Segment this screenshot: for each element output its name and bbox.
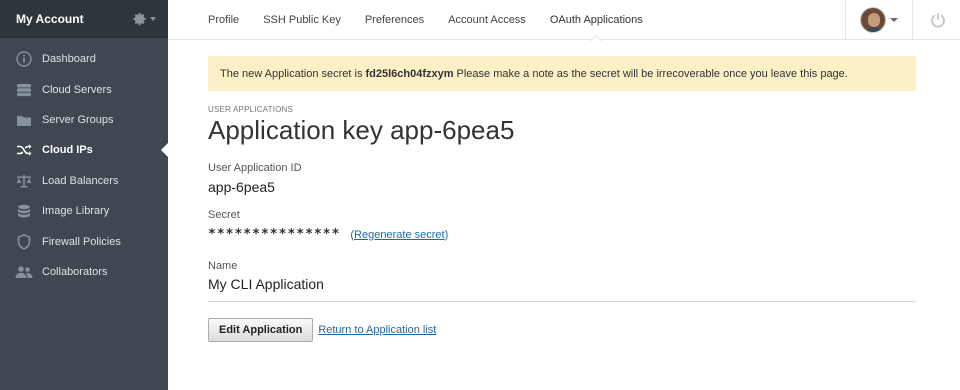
top-bar: Profile SSH Public Key Preferences Accou… [168, 0, 960, 41]
sidebar-item-label: Cloud Servers [42, 83, 112, 96]
sidebar-header: My Account [0, 0, 168, 38]
app-id-field: User Application ID app-6pea5 [208, 162, 916, 195]
account-settings-menu[interactable] [133, 12, 156, 26]
secret-row: *************** (Regenerate secret) [208, 227, 916, 242]
power-icon[interactable] [930, 12, 946, 28]
shuffle-icon [14, 142, 34, 158]
name-value: My CLI Application [208, 276, 324, 292]
sidebar-item-label: Server Groups [42, 113, 114, 126]
secret-mask: *************** [208, 227, 341, 242]
notice-prefix: The new Application secret is [220, 67, 363, 80]
sidebar-item-label: Image Library [42, 205, 110, 218]
main-content: The new Application secret is fd25l6ch04… [208, 56, 916, 342]
app-id-value: app-6pea5 [208, 179, 275, 195]
sidebar-item-cloud-ips[interactable]: Cloud IPs [0, 135, 168, 165]
edit-application-button[interactable]: Edit Application [208, 318, 314, 342]
avatar [860, 7, 886, 33]
divider [208, 301, 916, 302]
notice-suffix: Please make a note as the secret will be… [456, 67, 848, 80]
sidebar-item-label: Collaborators [42, 265, 108, 278]
tab-profile[interactable]: Profile [208, 0, 239, 40]
account-title[interactable]: My Account [16, 12, 84, 26]
regenerate-secret-link[interactable]: Regenerate secret [354, 229, 445, 241]
secret-label: Secret [208, 209, 240, 221]
balance-icon [14, 173, 34, 189]
users-icon [14, 264, 34, 280]
sidebar-item-label: Cloud IPs [42, 144, 93, 157]
regenerate-close-paren: ) [444, 228, 449, 241]
tab-ssh-public-key[interactable]: SSH Public Key [263, 0, 341, 40]
sidebar-item-label: Firewall Policies [42, 235, 121, 248]
tab-account-access[interactable]: Account Access [448, 0, 526, 40]
return-to-list-link[interactable]: Return to Application list [318, 324, 436, 336]
tab-preferences[interactable]: Preferences [365, 0, 424, 40]
servers-icon [14, 82, 34, 98]
database-icon [14, 203, 34, 219]
sidebar-item-label: Dashboard [42, 53, 96, 66]
sidebar-item-cloud-servers[interactable]: Cloud Servers [0, 74, 168, 104]
app-id-label: User Application ID [208, 162, 302, 174]
sidebar-item-load-balancers[interactable]: Load Balancers [0, 166, 168, 196]
chevron-down-icon [150, 16, 156, 21]
notice-secret: fd25l6ch04fzxym [365, 67, 454, 80]
name-label: Name [208, 260, 238, 272]
sidebar-item-image-library[interactable]: Image Library [0, 196, 168, 226]
regenerate-wrapper: (Regenerate secret) [350, 229, 448, 241]
sidebar: My Account Dashboard Cloud Servers Serve… [0, 0, 168, 390]
secret-notice: The new Application secret is fd25l6ch04… [208, 56, 916, 91]
account-tabs: Profile SSH Public Key Preferences Accou… [208, 0, 667, 41]
user-menu[interactable] [845, 0, 913, 40]
section-eyebrow: USER APPLICATIONS [208, 105, 294, 114]
folder-icon [14, 112, 34, 128]
sidebar-item-server-groups[interactable]: Server Groups [0, 105, 168, 135]
page-title: Application key app-6pea5 [208, 115, 515, 145]
info-icon [14, 51, 34, 67]
secret-field: Secret *************** (Regenerate secre… [208, 209, 916, 242]
sidebar-item-collaborators[interactable]: Collaborators [0, 257, 168, 287]
sidebar-item-dashboard[interactable]: Dashboard [0, 44, 168, 74]
gear-icon [133, 12, 146, 25]
sidebar-nav: Dashboard Cloud Servers Server Groups Cl… [0, 38, 168, 287]
sidebar-item-firewall-policies[interactable]: Firewall Policies [0, 226, 168, 256]
name-field: Name My CLI Application [208, 260, 916, 292]
sidebar-item-label: Load Balancers [42, 174, 119, 187]
chevron-down-icon [890, 18, 898, 22]
actions: Edit Application Return to Application l… [208, 318, 916, 342]
shield-icon [14, 233, 34, 250]
tab-oauth-applications[interactable]: OAuth Applications [550, 0, 643, 41]
